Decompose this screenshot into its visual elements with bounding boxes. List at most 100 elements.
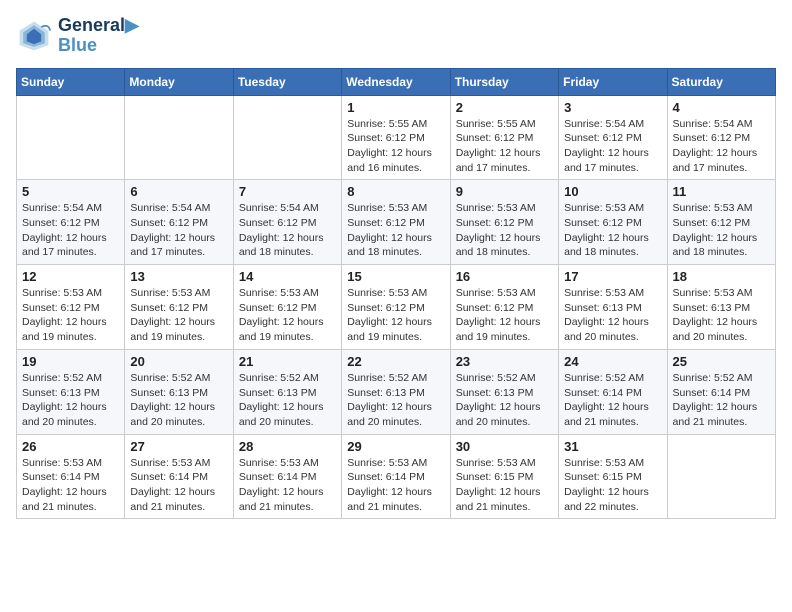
calendar-day-25: 25 Sunrise: 5:52 AM Sunset: 6:14 PM Dayli… xyxy=(667,349,775,434)
calendar-day-28: 28 Sunrise: 5:53 AM Sunset: 6:14 PM Dayli… xyxy=(233,434,341,519)
day-number: 21 xyxy=(239,354,336,369)
calendar-day-27: 27Sunrise: 5:53 AM Sunset: 6:14 PM Dayli… xyxy=(125,434,233,519)
calendar-day-21: 21 Sunrise: 5:52 AM Sunset: 6:13 PM Dayli… xyxy=(233,349,341,434)
calendar-day-10: 10Sunrise: 5:53 AM Sunset: 6:12 PM Dayli… xyxy=(559,180,667,265)
calendar-week-row: 1 Sunrise: 5:55 AM Sunset: 6:12 PM Daylig… xyxy=(17,95,776,180)
day-number: 10 xyxy=(564,184,661,199)
calendar-day-19: 19 Sunrise: 5:52 AM Sunset: 6:13 PM Dayli… xyxy=(17,349,125,434)
day-info: Sunrise: 5:53 AM Sunset: 6:14 PM Dayligh… xyxy=(347,456,444,515)
day-number: 15 xyxy=(347,269,444,284)
calendar-table: SundayMondayTuesdayWednesdayThursdayFrid… xyxy=(16,68,776,520)
day-info: Sunrise: 5:53 AM Sunset: 6:13 PM Dayligh… xyxy=(564,286,661,345)
day-number: 4 xyxy=(673,100,770,115)
day-info: Sunrise: 5:53 AM Sunset: 6:12 PM Dayligh… xyxy=(239,286,336,345)
calendar-day-4: 4 Sunrise: 5:54 AM Sunset: 6:12 PM Daylig… xyxy=(667,95,775,180)
weekday-header-thursday: Thursday xyxy=(450,68,558,95)
day-info: Sunrise: 5:52 AM Sunset: 6:14 PM Dayligh… xyxy=(673,371,770,430)
day-number: 14 xyxy=(239,269,336,284)
weekday-header-sunday: Sunday xyxy=(17,68,125,95)
calendar-day-29: 29 Sunrise: 5:53 AM Sunset: 6:14 PM Dayli… xyxy=(342,434,450,519)
calendar-day-11: 11 Sunrise: 5:53 AM Sunset: 6:12 PM Dayli… xyxy=(667,180,775,265)
day-info: Sunrise: 5:53 AM Sunset: 6:12 PM Dayligh… xyxy=(22,286,119,345)
day-info: Sunrise: 5:53 AM Sunset: 6:15 PM Dayligh… xyxy=(564,456,661,515)
page-header: General▶ Blue xyxy=(16,16,776,56)
day-number: 22 xyxy=(347,354,444,369)
day-number: 7 xyxy=(239,184,336,199)
day-number: 18 xyxy=(673,269,770,284)
calendar-day-15: 15 Sunrise: 5:53 AM Sunset: 6:12 PM Dayli… xyxy=(342,265,450,350)
day-info: Sunrise: 5:52 AM Sunset: 6:13 PM Dayligh… xyxy=(456,371,553,430)
calendar-day-17: 17Sunrise: 5:53 AM Sunset: 6:13 PM Dayli… xyxy=(559,265,667,350)
day-number: 13 xyxy=(130,269,227,284)
day-info: Sunrise: 5:53 AM Sunset: 6:12 PM Dayligh… xyxy=(673,201,770,260)
calendar-day-7: 7 Sunrise: 5:54 AM Sunset: 6:12 PM Daylig… xyxy=(233,180,341,265)
calendar-week-row: 5 Sunrise: 5:54 AM Sunset: 6:12 PM Daylig… xyxy=(17,180,776,265)
calendar-empty-cell xyxy=(233,95,341,180)
weekday-header-friday: Friday xyxy=(559,68,667,95)
calendar-day-14: 14 Sunrise: 5:53 AM Sunset: 6:12 PM Dayli… xyxy=(233,265,341,350)
day-number: 16 xyxy=(456,269,553,284)
day-number: 1 xyxy=(347,100,444,115)
day-info: Sunrise: 5:53 AM Sunset: 6:13 PM Dayligh… xyxy=(673,286,770,345)
calendar-day-18: 18 Sunrise: 5:53 AM Sunset: 6:13 PM Dayli… xyxy=(667,265,775,350)
day-number: 8 xyxy=(347,184,444,199)
weekday-header-wednesday: Wednesday xyxy=(342,68,450,95)
calendar-day-24: 24 Sunrise: 5:52 AM Sunset: 6:14 PM Dayli… xyxy=(559,349,667,434)
day-info: Sunrise: 5:52 AM Sunset: 6:13 PM Dayligh… xyxy=(22,371,119,430)
day-info: Sunrise: 5:53 AM Sunset: 6:14 PM Dayligh… xyxy=(22,456,119,515)
day-number: 2 xyxy=(456,100,553,115)
day-info: Sunrise: 5:53 AM Sunset: 6:12 PM Dayligh… xyxy=(347,286,444,345)
day-info: Sunrise: 5:52 AM Sunset: 6:14 PM Dayligh… xyxy=(564,371,661,430)
calendar-day-2: 2 Sunrise: 5:55 AM Sunset: 6:12 PM Daylig… xyxy=(450,95,558,180)
day-number: 27 xyxy=(130,439,227,454)
day-info: Sunrise: 5:54 AM Sunset: 6:12 PM Dayligh… xyxy=(673,117,770,176)
logo-text: General▶ Blue xyxy=(58,16,139,56)
day-number: 28 xyxy=(239,439,336,454)
day-info: Sunrise: 5:53 AM Sunset: 6:12 PM Dayligh… xyxy=(456,286,553,345)
calendar-day-31: 31 Sunrise: 5:53 AM Sunset: 6:15 PM Dayli… xyxy=(559,434,667,519)
day-number: 29 xyxy=(347,439,444,454)
day-number: 3 xyxy=(564,100,661,115)
day-number: 30 xyxy=(456,439,553,454)
calendar-empty-cell xyxy=(667,434,775,519)
weekday-header-tuesday: Tuesday xyxy=(233,68,341,95)
day-number: 24 xyxy=(564,354,661,369)
calendar-day-12: 12 Sunrise: 5:53 AM Sunset: 6:12 PM Dayli… xyxy=(17,265,125,350)
day-number: 12 xyxy=(22,269,119,284)
logo-icon xyxy=(16,18,52,54)
calendar-day-23: 23 Sunrise: 5:52 AM Sunset: 6:13 PM Dayli… xyxy=(450,349,558,434)
calendar-day-3: 3Sunrise: 5:54 AM Sunset: 6:12 PM Daylig… xyxy=(559,95,667,180)
day-info: Sunrise: 5:52 AM Sunset: 6:13 PM Dayligh… xyxy=(347,371,444,430)
day-number: 23 xyxy=(456,354,553,369)
day-number: 5 xyxy=(22,184,119,199)
day-info: Sunrise: 5:54 AM Sunset: 6:12 PM Dayligh… xyxy=(22,201,119,260)
weekday-header-saturday: Saturday xyxy=(667,68,775,95)
calendar-day-30: 30Sunrise: 5:53 AM Sunset: 6:15 PM Dayli… xyxy=(450,434,558,519)
day-info: Sunrise: 5:54 AM Sunset: 6:12 PM Dayligh… xyxy=(239,201,336,260)
calendar-week-row: 26Sunrise: 5:53 AM Sunset: 6:14 PM Dayli… xyxy=(17,434,776,519)
calendar-day-6: 6 Sunrise: 5:54 AM Sunset: 6:12 PM Daylig… xyxy=(125,180,233,265)
day-info: Sunrise: 5:55 AM Sunset: 6:12 PM Dayligh… xyxy=(456,117,553,176)
day-info: Sunrise: 5:52 AM Sunset: 6:13 PM Dayligh… xyxy=(239,371,336,430)
day-info: Sunrise: 5:55 AM Sunset: 6:12 PM Dayligh… xyxy=(347,117,444,176)
day-info: Sunrise: 5:53 AM Sunset: 6:14 PM Dayligh… xyxy=(239,456,336,515)
day-number: 31 xyxy=(564,439,661,454)
day-info: Sunrise: 5:53 AM Sunset: 6:12 PM Dayligh… xyxy=(347,201,444,260)
day-info: Sunrise: 5:53 AM Sunset: 6:12 PM Dayligh… xyxy=(456,201,553,260)
weekday-header-row: SundayMondayTuesdayWednesdayThursdayFrid… xyxy=(17,68,776,95)
day-info: Sunrise: 5:54 AM Sunset: 6:12 PM Dayligh… xyxy=(130,201,227,260)
calendar-empty-cell xyxy=(17,95,125,180)
day-number: 19 xyxy=(22,354,119,369)
calendar-day-5: 5 Sunrise: 5:54 AM Sunset: 6:12 PM Daylig… xyxy=(17,180,125,265)
day-number: 11 xyxy=(673,184,770,199)
day-number: 25 xyxy=(673,354,770,369)
calendar-day-13: 13Sunrise: 5:53 AM Sunset: 6:12 PM Dayli… xyxy=(125,265,233,350)
day-number: 20 xyxy=(130,354,227,369)
calendar-day-20: 20 Sunrise: 5:52 AM Sunset: 6:13 PM Dayli… xyxy=(125,349,233,434)
calendar-day-1: 1 Sunrise: 5:55 AM Sunset: 6:12 PM Daylig… xyxy=(342,95,450,180)
day-number: 9 xyxy=(456,184,553,199)
day-info: Sunrise: 5:52 AM Sunset: 6:13 PM Dayligh… xyxy=(130,371,227,430)
calendar-empty-cell xyxy=(125,95,233,180)
day-number: 6 xyxy=(130,184,227,199)
calendar-day-26: 26Sunrise: 5:53 AM Sunset: 6:14 PM Dayli… xyxy=(17,434,125,519)
